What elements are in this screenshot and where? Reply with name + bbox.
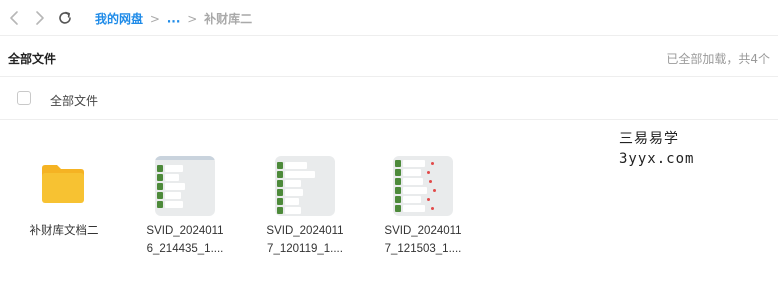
breadcrumb-root[interactable]: 我的网盘 (95, 12, 143, 26)
file-name-line-1: SVID_2024011 (384, 225, 462, 237)
watermark-line-1: 三易易学 (619, 131, 679, 147)
watermark: 三易易学 3yyx.com (619, 129, 694, 169)
video-preview-image (393, 156, 453, 216)
forward-button[interactable] (30, 9, 48, 27)
file-name: 补财库文档二 (29, 225, 99, 237)
file-item-folder[interactable]: 补财库文档二 (9, 152, 119, 240)
top-navigation-bar: 我的网盘 > ... > 补财库二 (0, 0, 778, 36)
file-name-line-2: 6_214435_1.... (146, 243, 224, 255)
select-all-label: 全部文件 (50, 94, 99, 108)
video-thumbnail (275, 152, 335, 216)
breadcrumb-ellipsis[interactable]: ... (167, 12, 181, 26)
chevron-left-icon (10, 11, 18, 25)
breadcrumb-current: 补财库二 (204, 12, 253, 26)
video-thumbnail (155, 152, 215, 216)
back-button[interactable] (6, 9, 24, 27)
file-name-line-2: 7_121503_1.... (384, 243, 462, 255)
watermark-line-2: 3yyx.com (619, 151, 695, 167)
video-preview-image (275, 156, 335, 216)
chevron-right-icon (36, 11, 44, 25)
select-all-checkbox[interactable] (17, 91, 31, 105)
refresh-icon (59, 11, 71, 24)
select-all-bar: 全部文件 (0, 78, 778, 120)
video-thumbnail (393, 152, 453, 216)
video-preview-image (155, 156, 215, 216)
section-header: 全部文件 已全部加载，共4个 (0, 37, 778, 77)
refresh-button[interactable] (56, 9, 74, 27)
breadcrumb-separator: > (149, 11, 160, 26)
load-status-text: 已全部加载，共4个 (666, 52, 770, 66)
page-title: 全部文件 (8, 52, 57, 66)
folder-icon (42, 165, 84, 203)
file-item-video[interactable]: SVID_2024011 6_214435_1.... (130, 152, 240, 258)
file-name-line-1: SVID_2024011 (266, 225, 344, 237)
folder-thumbnail (34, 152, 94, 216)
breadcrumb: 我的网盘 > ... > 补财库二 (95, 10, 252, 27)
file-item-video[interactable]: SVID_2024011 7_120119_1.... (250, 152, 360, 258)
file-item-video[interactable]: SVID_2024011 7_121503_1.... (368, 152, 478, 258)
file-name-line-2: 7_120119_1.... (267, 243, 343, 255)
breadcrumb-separator: > (187, 11, 198, 26)
file-name-line-1: SVID_2024011 (146, 225, 224, 237)
